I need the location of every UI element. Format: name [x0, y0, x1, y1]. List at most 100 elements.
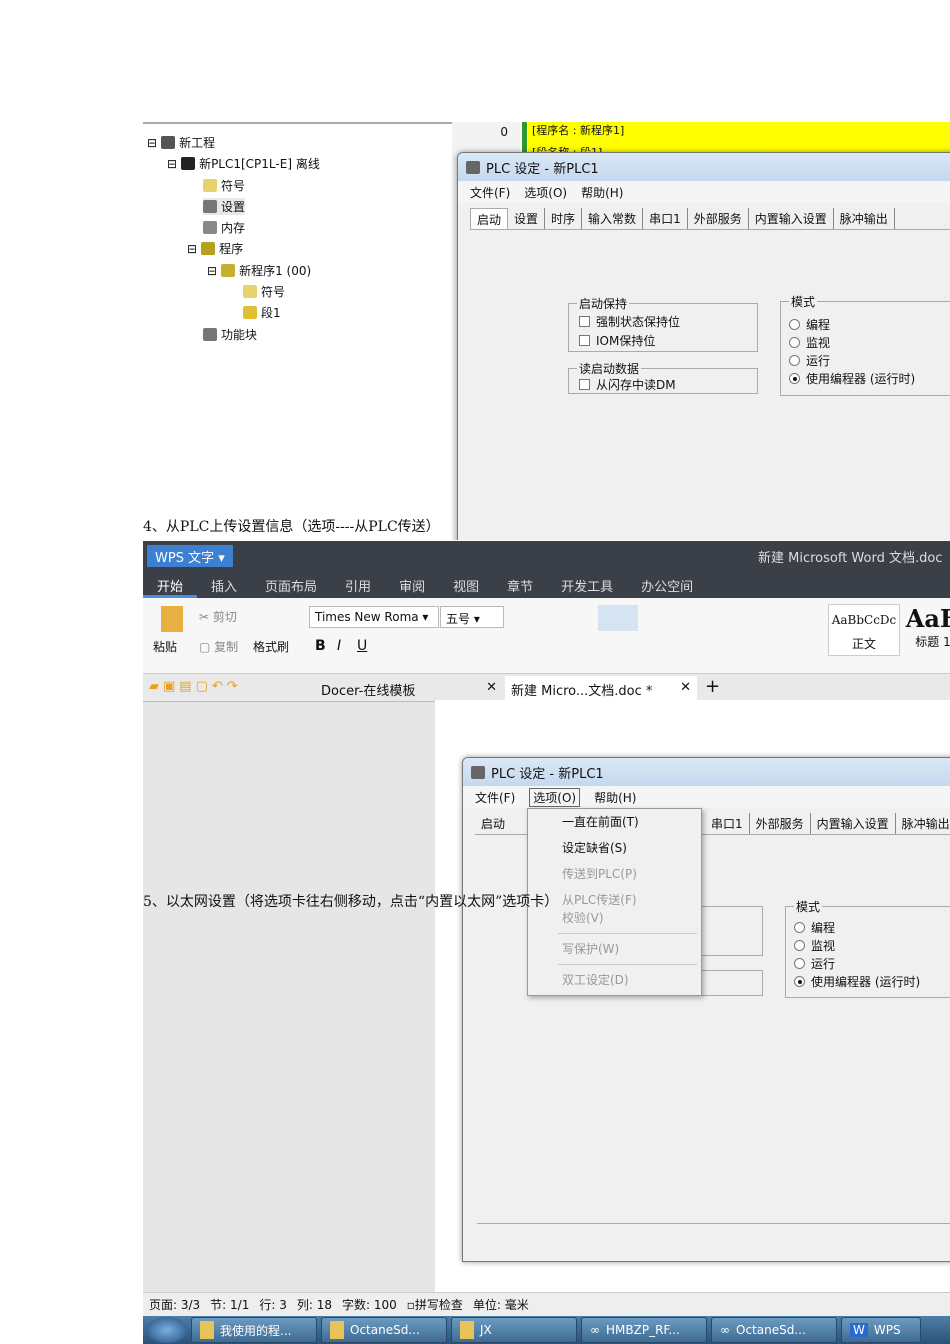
wps-screenshot: WPS 文字 ▾ 新建 Microsoft Word 文档.doc 开始 插入 … [143, 541, 950, 1344]
iom-hold-checkbox[interactable]: IOM保持位 [579, 332, 655, 349]
tree-item[interactable]: ⊟ 程序 [187, 240, 243, 257]
tree-item[interactable]: 功能块 [203, 326, 257, 343]
quick-access-icons[interactable]: ▰▣▤▢↶↷ [149, 679, 242, 694]
tab-external-service[interactable]: 外部服务 [750, 813, 811, 834]
plc-screenshot-1: ⊟ 新工程 ⊟ 新PLC1[CP1L-E] 离线 符号 设置 内存 ⊟ 程序 ⊟ 新程序… [143, 122, 950, 540]
tree-item[interactable]: 符号 [243, 283, 285, 300]
settings-icon [203, 200, 217, 213]
tree-item[interactable]: 内存 [203, 219, 245, 236]
start-button[interactable] [147, 1317, 187, 1343]
tab-external-service[interactable]: 外部服务 [688, 208, 749, 229]
copy-button[interactable]: ▢ 复制 [199, 638, 238, 655]
underline-button[interactable]: U [357, 638, 367, 654]
tree-item[interactable]: 设置 [203, 198, 246, 215]
taskbar-item[interactable]: 我使用的程... [191, 1317, 317, 1343]
tab-pulse-output[interactable]: 脉冲输出 [834, 208, 895, 229]
close-icon[interactable]: ✕ [486, 680, 497, 696]
doc-tab-docer[interactable]: Docer-在线模板 ✕ [315, 676, 503, 700]
wps-app-button[interactable]: WPS 文字 ▾ [147, 545, 233, 567]
taskbar-item[interactable]: JX [451, 1317, 577, 1343]
menu-item-set-default[interactable]: 设定缺省(S) [528, 835, 701, 861]
menu-separator [558, 933, 697, 934]
style-normal[interactable]: AaBbCcDc 正文 [828, 604, 900, 656]
bold-button[interactable]: B [315, 638, 326, 654]
menu-item-always-on-top[interactable]: 一直在前面(T) [528, 809, 701, 835]
folder-icon [200, 1321, 214, 1339]
document-title: 新建 Microsoft Word 文档.doc [758, 551, 943, 566]
ribbon-tab-developer[interactable]: 开发工具 [547, 570, 627, 598]
menu-help[interactable]: 帮助(H) [594, 789, 636, 806]
tree-item[interactable]: 段1 [243, 304, 281, 321]
mode-monitor-radio[interactable]: 监视 [794, 937, 835, 954]
format-painter-button[interactable]: 格式刷 [253, 638, 289, 655]
ribbon-tab-insert[interactable]: 插入 [197, 570, 251, 598]
menu-file[interactable]: 文件(F) [470, 184, 510, 201]
numbering-button[interactable] [598, 605, 638, 631]
tree-item[interactable]: ⊟ 新程序1 (00) [207, 262, 311, 279]
force-status-hold-checkbox[interactable]: 强制状态保持位 [579, 313, 680, 330]
section-icon [243, 306, 257, 319]
ribbon-tab-layout[interactable]: 页面布局 [251, 570, 331, 598]
taskbar-item[interactable]: ∞ HMBZP_RF... [581, 1317, 707, 1343]
tab-pulse-output[interactable]: 脉冲输出 [896, 813, 950, 834]
menu-item-transfer-to-plc[interactable]: 传送到PLC(P) [528, 861, 701, 887]
cut-button[interactable]: ✂ 剪切 [199, 608, 237, 625]
menu-item-write-protect[interactable]: 写保护(W) [528, 936, 701, 962]
tree-item[interactable]: ⊟ 新工程 [147, 134, 215, 151]
menu-file[interactable]: 文件(F) [475, 789, 515, 806]
ribbon-tab-office-space[interactable]: 办公空间 [627, 570, 707, 598]
doc-tab-active[interactable]: 新建 Micro...文档.doc * ✕ [505, 676, 697, 702]
font-select[interactable]: Times New Roma ▾ [309, 606, 439, 628]
tree-item[interactable]: 符号 [203, 177, 245, 194]
italic-button[interactable]: I [337, 638, 341, 654]
menu-options[interactable]: 选项(O) [524, 184, 567, 201]
mode-program-radio[interactable]: 编程 [794, 919, 835, 936]
program-icon [201, 242, 216, 255]
plc-icon [471, 765, 485, 779]
ribbon-tab-home[interactable]: 开始 [143, 570, 198, 598]
tab-builtin-input[interactable]: 内置输入设置 [811, 813, 896, 834]
ribbon-tab-chapter[interactable]: 章节 [493, 570, 547, 598]
tab-serial1[interactable]: 串口1 [643, 208, 688, 229]
taskbar-item[interactable]: OctaneSd... [321, 1317, 447, 1343]
taskbar-item[interactable]: W WPS [841, 1317, 921, 1343]
mode-programmer-radio[interactable]: 使用编程器 (运行时) [789, 370, 915, 387]
new-tab-button[interactable]: + [705, 676, 720, 697]
tab-input-constants[interactable]: 输入常数 [582, 208, 644, 229]
mode-monitor-radio[interactable]: 监视 [789, 334, 830, 351]
spell-check-toggle[interactable]: ▫拼写检查 [407, 1296, 463, 1313]
tree-item[interactable]: ⊟ 新PLC1[CP1L-E] 离线 [167, 155, 320, 172]
tab-timing[interactable]: 时序 [545, 208, 583, 229]
menu-options[interactable]: 选项(O) [529, 787, 581, 807]
menu-help[interactable]: 帮助(H) [581, 184, 623, 201]
project-tree: ⊟ 新工程 ⊟ 新PLC1[CP1L-E] 离线 符号 设置 内存 ⊟ 程序 ⊟ 新程序… [143, 122, 452, 540]
mode-program-radio[interactable]: 编程 [789, 316, 830, 333]
taskbar-item[interactable]: ∞ OctaneSd... [711, 1317, 837, 1343]
mode-run-radio[interactable]: 运行 [794, 955, 835, 972]
ribbon-tab-references[interactable]: 引用 [331, 570, 385, 598]
network-icon [161, 136, 176, 149]
paste-button[interactable]: 粘贴 [153, 638, 177, 655]
style-heading1[interactable]: AaB标题 1 [903, 604, 950, 656]
rung-comment: [程序名 : 新程序1][段名称 : 段1] [528, 122, 950, 159]
ribbon-tab-review[interactable]: 审阅 [385, 570, 439, 598]
settings-tabs: 启动 设置 时序 输入常数 串口1 外部服务 内置输入设置 脉冲输出 [470, 208, 950, 230]
read-dm-from-flash-checkbox[interactable]: 从闪存中读DM [579, 376, 676, 393]
tab-serial1[interactable]: 串口1 [705, 813, 750, 834]
wps-title-bar: WPS 文字 ▾ 新建 Microsoft Word 文档.doc [143, 541, 950, 570]
mode-run-radio[interactable]: 运行 [789, 352, 830, 369]
close-icon[interactable]: ✕ [680, 680, 691, 698]
menu-item-duplex-settings[interactable]: 双工设定(D) [528, 967, 701, 993]
ribbon-tab-view[interactable]: 视图 [439, 570, 493, 598]
folder-icon [460, 1321, 474, 1339]
symbol-icon [203, 179, 217, 192]
app-icon: ∞ [720, 1323, 730, 1337]
tab-builtin-input[interactable]: 内置输入设置 [749, 208, 834, 229]
mode-group: 模式 编程 监视 运行 使用编程器 (运行时) [780, 293, 950, 396]
font-size-select[interactable]: 五号 ▾ [440, 606, 504, 628]
tab-settings[interactable]: 设置 [508, 208, 546, 229]
tab-startup[interactable]: 启动 [470, 208, 509, 229]
status-column: 列: 18 [296, 1298, 332, 1312]
function-block-icon [203, 328, 217, 341]
mode-programmer-radio[interactable]: 使用编程器 (运行时) [794, 973, 920, 990]
